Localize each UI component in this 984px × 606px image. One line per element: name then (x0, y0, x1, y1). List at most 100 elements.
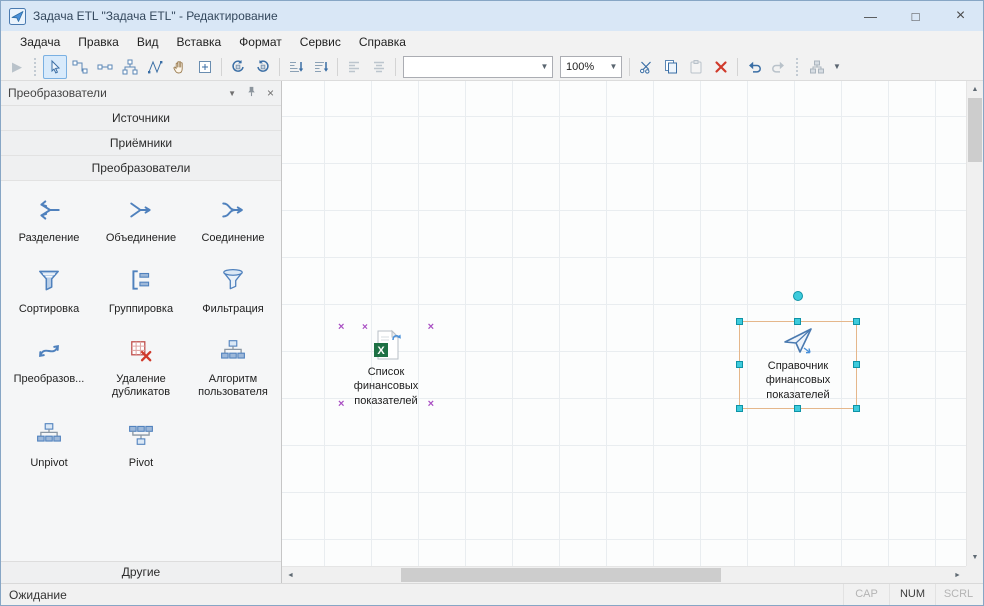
layout-button[interactable] (805, 55, 829, 79)
palette-item-unpivot[interactable]: Unpivot (3, 421, 95, 469)
connector-line-tool-button[interactable] (93, 55, 117, 79)
sort-descending-button[interactable] (309, 55, 333, 79)
palette-item-union[interactable]: Объединение (95, 197, 187, 245)
scroll-left-icon[interactable]: ◄ (282, 567, 299, 583)
scroll-up-icon[interactable]: ▲ (967, 81, 983, 98)
menu-insert[interactable]: Вставка (168, 31, 231, 53)
resize-handle[interactable] (853, 405, 860, 412)
palette-grid: Разделение Объединение Соединение Сортир… (1, 181, 281, 561)
scroll-right-icon[interactable]: ► (949, 567, 966, 583)
group-icon (128, 267, 154, 297)
app-icon (9, 8, 26, 25)
panel-close-icon[interactable]: × (267, 86, 274, 100)
align-center-button[interactable] (367, 55, 391, 79)
menu-service[interactable]: Сервис (291, 31, 350, 53)
panel-header: Преобразователи ▼ × (1, 81, 281, 106)
palette-item-filter[interactable]: Фильтрация (187, 267, 279, 315)
palette-item-label: Объединение (106, 232, 176, 245)
layout-dropdown-button[interactable]: ▼ (830, 55, 844, 79)
menu-task[interactable]: Задача (11, 31, 69, 53)
palette-item-user-algorithm[interactable]: Алгоритм пользователя (187, 338, 279, 400)
statusbar: Ожидание CAP NUM SCRL (1, 583, 983, 605)
maximize-button[interactable]: □ (893, 1, 938, 31)
paste-button[interactable] (684, 55, 708, 79)
toolbar-grip (34, 58, 38, 76)
resize-handle[interactable] (794, 405, 801, 412)
statusbar-indicators: CAP NUM SCRL (843, 584, 983, 605)
palette-item-pivot[interactable]: Pivot (95, 421, 187, 469)
menu-edit[interactable]: Правка (69, 31, 128, 53)
undo-button[interactable] (742, 55, 766, 79)
pan-tool-button[interactable] (168, 55, 192, 79)
resize-handle[interactable] (794, 318, 801, 325)
select-tool-button[interactable] (43, 55, 67, 79)
zoom-region-icon (197, 59, 213, 75)
window-title: Задача ETL "Задача ETL" - Редактирование (33, 9, 278, 23)
canvas-node-reference[interactable]: Справочник финансовых показателей (739, 321, 857, 409)
unpivot-icon (36, 421, 62, 451)
pin-icon[interactable] (246, 86, 257, 100)
pivot-icon (128, 421, 154, 451)
resize-handle[interactable] (736, 405, 743, 412)
vertical-scroll-thumb[interactable] (968, 98, 982, 162)
horizontal-scroll-thumb[interactable] (401, 568, 721, 582)
resize-handle[interactable] (853, 318, 860, 325)
connector-tool-button[interactable] (68, 55, 92, 79)
caps-lock-indicator: CAP (843, 584, 889, 605)
filter-icon (220, 267, 246, 297)
palette-item-group[interactable]: Группировка (95, 267, 187, 315)
polyline-icon (147, 59, 163, 75)
align-left-button[interactable] (342, 55, 366, 79)
palette-item-transform[interactable]: Преобразов... (3, 338, 95, 400)
menu-view[interactable]: Вид (128, 31, 168, 53)
polyline-tool-button[interactable] (143, 55, 167, 79)
resize-handle[interactable] (736, 318, 743, 325)
rotate-right-button[interactable] (251, 55, 275, 79)
transformers-panel: Преобразователи ▼ × Источники Приёмники … (1, 81, 282, 583)
menu-format[interactable]: Формат (230, 31, 291, 53)
connector-tree-tool-button[interactable] (118, 55, 142, 79)
scroll-lock-indicator: SCRL (935, 584, 981, 605)
panel-section-transformers[interactable]: Преобразователи (1, 156, 281, 181)
palette-item-label: Соединение (201, 232, 264, 245)
palette-item-label: Сортировка (19, 303, 79, 316)
diagram-canvas[interactable]: × × × × × X Список финансовых показателе… (282, 81, 983, 583)
resize-handle[interactable] (736, 361, 743, 368)
rotate-left-button[interactable] (226, 55, 250, 79)
delete-button[interactable] (709, 55, 733, 79)
resize-handle[interactable] (853, 361, 860, 368)
align-left-icon (346, 59, 362, 75)
style-combobox[interactable]: ▼ (403, 56, 553, 78)
anchor-mark: × (362, 322, 368, 333)
close-button[interactable]: × (938, 1, 983, 31)
palette-item-sort[interactable]: Сортировка (3, 267, 95, 315)
menu-help[interactable]: Справка (350, 31, 415, 53)
vertical-scrollbar[interactable]: ▲ ▼ (966, 81, 983, 566)
titlebar: Задача ETL "Задача ETL" - Редактирование… (1, 1, 983, 31)
num-lock-indicator: NUM (889, 584, 935, 605)
align-center-icon (371, 59, 387, 75)
zoom-region-button[interactable] (193, 55, 217, 79)
panel-section-sources[interactable]: Источники (1, 106, 281, 131)
rotate-left-icon (230, 59, 246, 75)
panel-section-receivers[interactable]: Приёмники (1, 131, 281, 156)
zoom-combobox[interactable]: 100% ▼ (560, 56, 622, 78)
panel-menu-icon[interactable]: ▼ (228, 89, 236, 98)
redo-button[interactable] (767, 55, 791, 79)
minimize-button[interactable]: — (848, 1, 893, 31)
copy-button[interactable] (659, 55, 683, 79)
rotation-handle[interactable] (793, 291, 803, 301)
chevron-down-icon: ▼ (537, 62, 552, 71)
scroll-down-icon[interactable]: ▼ (967, 549, 983, 566)
cursor-icon (47, 59, 63, 75)
palette-item-remove-duplicates[interactable]: Удаление дубликатов (95, 338, 187, 400)
canvas-node-label: Список финансовых показателей (342, 365, 430, 408)
run-button[interactable]: ▶ (5, 55, 29, 79)
canvas-node-source-list[interactable]: × × × × × X Список финансовых показателе… (342, 328, 430, 408)
palette-item-split[interactable]: Разделение (3, 197, 95, 245)
horizontal-scrollbar[interactable]: ◄ ► (282, 566, 966, 583)
sort-ascending-button[interactable] (284, 55, 308, 79)
palette-item-join[interactable]: Соединение (187, 197, 279, 245)
cut-button[interactable] (634, 55, 658, 79)
panel-section-others[interactable]: Другие (1, 561, 281, 583)
